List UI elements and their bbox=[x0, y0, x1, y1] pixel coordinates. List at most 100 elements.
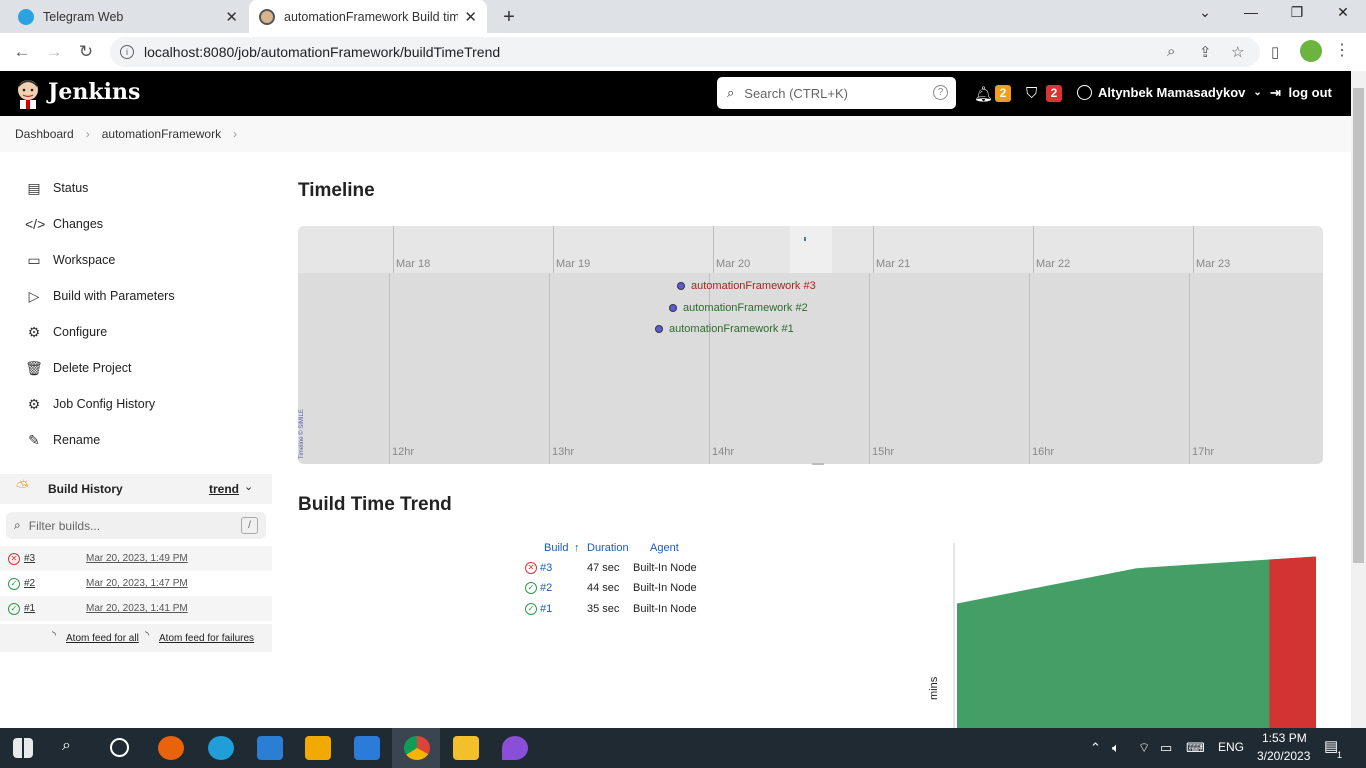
zoom-icon[interactable]: ⌕ bbox=[1167, 43, 1175, 60]
scrollbar-thumb[interactable] bbox=[1353, 88, 1364, 563]
build-link[interactable]: #2 bbox=[540, 582, 552, 594]
keyboard-icon[interactable]: ⌨ bbox=[1186, 740, 1205, 756]
feed-all-link[interactable]: Atom feed for all bbox=[66, 633, 139, 644]
tab-search-icon[interactable]: ⌄ bbox=[1190, 4, 1220, 21]
event-label[interactable]: automationFramework #3 bbox=[691, 280, 816, 292]
timeline-event[interactable]: automationFramework #1 bbox=[655, 323, 794, 335]
clock-date[interactable]: 3/20/2023 bbox=[1257, 749, 1310, 763]
windows-start-icon[interactable] bbox=[13, 738, 33, 758]
new-tab-icon[interactable]: + bbox=[499, 6, 519, 29]
timeline-day-gridline bbox=[1193, 226, 1194, 273]
app-icon[interactable] bbox=[502, 736, 528, 760]
build-date[interactable]: Mar 20, 2023, 1:49 PM bbox=[86, 553, 188, 564]
sidebar-item-label: Configure bbox=[53, 325, 108, 339]
back-icon[interactable]: ← bbox=[11, 42, 33, 62]
logout-icon: ⇥ bbox=[1270, 85, 1281, 100]
sidebar-item-label: Delete Project bbox=[53, 361, 132, 375]
column-build[interactable]: Build bbox=[544, 542, 568, 554]
build-row[interactable]: ✓ #2 Mar 20, 2023, 1:47 PM bbox=[0, 571, 272, 596]
sidebar-item-changes[interactable]: </> Changes bbox=[25, 214, 103, 234]
clock-time[interactable]: 1:53 PM bbox=[1262, 731, 1307, 745]
sidebar-item-status[interactable]: ▤ Status bbox=[25, 178, 88, 198]
edge-icon[interactable] bbox=[208, 736, 234, 760]
timeline-hour-label: 12hr bbox=[392, 446, 415, 458]
build-date[interactable]: Mar 20, 2023, 1:47 PM bbox=[86, 578, 188, 589]
help-icon[interactable]: ? bbox=[933, 85, 948, 100]
network-icon[interactable]: ⌔ bbox=[1138, 740, 1150, 756]
close-icon[interactable]: ✕ bbox=[225, 8, 238, 26]
restore-icon[interactable]: ❐ bbox=[1282, 4, 1312, 21]
jetbrains-icon[interactable] bbox=[354, 736, 380, 760]
security-badge[interactable]: 2 bbox=[1046, 85, 1062, 102]
intellij-icon[interactable] bbox=[305, 736, 331, 760]
sidebar-item-rename[interactable]: ✎ Rename bbox=[25, 430, 100, 450]
column-duration[interactable]: Duration bbox=[587, 542, 629, 554]
site-info-icon[interactable]: i bbox=[120, 45, 134, 59]
build-link[interactable]: #1 bbox=[540, 603, 552, 615]
build-row[interactable]: ✓ #1 Mar 20, 2023, 1:41 PM bbox=[0, 596, 272, 621]
language-indicator[interactable]: ENG bbox=[1218, 740, 1244, 754]
shield-icon[interactable]: ⛉ bbox=[1026, 85, 1037, 102]
sidebar-item-configure[interactable]: ⚙ Configure bbox=[25, 322, 107, 342]
close-icon[interactable]: ✕ bbox=[464, 8, 477, 26]
notification-badge[interactable]: 2 bbox=[995, 85, 1011, 102]
breadcrumb-dashboard[interactable]: Dashboard bbox=[15, 127, 74, 141]
sidebar-item-job-config-history[interactable]: ⚙ Job Config History bbox=[25, 394, 155, 414]
timeline-event[interactable]: automationFramework #2 bbox=[669, 302, 808, 314]
build-date[interactable]: Mar 20, 2023, 1:41 PM bbox=[86, 603, 188, 614]
build-link[interactable]: #3 bbox=[540, 562, 552, 574]
sidebar-item-workspace[interactable]: ▭ Workspace bbox=[25, 250, 115, 270]
jenkins-title[interactable]: Jenkins bbox=[48, 79, 140, 105]
bookmark-star-icon[interactable]: ☆ bbox=[1231, 43, 1244, 61]
side-panel-icon[interactable]: ▯ bbox=[1271, 43, 1279, 61]
duration: 35 sec bbox=[587, 603, 620, 615]
chrome-icon[interactable] bbox=[404, 736, 430, 760]
sort-arrow-icon[interactable]: ↑ bbox=[574, 542, 580, 554]
tray-chevron-icon[interactable]: ⌃ bbox=[1090, 740, 1101, 756]
timeline-hour-gridline bbox=[869, 273, 870, 464]
search-input[interactable]: ⌕ Search (CTRL+K) ? bbox=[717, 77, 956, 109]
weather-icon: ⛅︎ bbox=[16, 479, 29, 496]
filter-builds-input[interactable]: ⌕ Filter builds... / bbox=[6, 512, 266, 539]
tab-title: Telegram Web bbox=[43, 9, 124, 24]
jenkins-logo-icon[interactable] bbox=[14, 77, 42, 109]
bell-icon[interactable]: 🔔︎ bbox=[974, 85, 993, 103]
column-agent[interactable]: Agent bbox=[650, 542, 679, 554]
battery-icon[interactable]: ▭ bbox=[1160, 740, 1172, 756]
extension-icon[interactable] bbox=[1300, 40, 1322, 62]
reload-icon[interactable]: ↻ bbox=[75, 42, 97, 62]
forward-icon[interactable]: → bbox=[43, 42, 65, 62]
timeline-widget[interactable]: Mar 18 Mar 19 Mar 20 Mar 21 Mar 22 Mar 23 12hr… bbox=[298, 226, 1323, 464]
window-close-icon[interactable]: ✕ bbox=[1328, 4, 1358, 21]
browser-menu-icon[interactable]: ⋮ bbox=[1334, 40, 1350, 60]
tab-telegram[interactable]: Telegram Web ✕ bbox=[8, 0, 248, 33]
sidebar-item-build-with-parameters[interactable]: ▷ Build with Parameters bbox=[25, 286, 175, 306]
share-icon[interactable]: ⇪ bbox=[1199, 43, 1212, 61]
search-icon[interactable]: ⌕ bbox=[62, 737, 71, 755]
build-number[interactable]: #2 bbox=[24, 578, 35, 589]
file-explorer-icon[interactable] bbox=[453, 736, 479, 760]
tab-jenkins[interactable]: automationFramework Build time ✕ bbox=[249, 0, 487, 33]
url-bar[interactable]: i localhost:8080/job/automationFramework… bbox=[110, 37, 1260, 67]
user-menu[interactable]: Altynbek Mamasadykov ⌄ bbox=[1077, 85, 1262, 100]
cortana-icon[interactable] bbox=[110, 738, 129, 757]
timeline-resize-handle[interactable] bbox=[812, 463, 824, 465]
volume-icon[interactable]: 🔈︎ bbox=[1112, 740, 1120, 756]
trend-link[interactable]: trend bbox=[209, 482, 239, 496]
event-label[interactable]: automationFramework #2 bbox=[683, 302, 808, 314]
logout-link[interactable]: ⇥ log out bbox=[1270, 85, 1332, 101]
sidebar-item-delete-project[interactable]: 🗑︎ Delete Project bbox=[25, 358, 132, 378]
build-number[interactable]: #1 bbox=[24, 603, 35, 614]
firefox-icon[interactable] bbox=[158, 736, 184, 760]
build-number[interactable]: #3 bbox=[24, 553, 35, 564]
minimize-icon[interactable]: — bbox=[1236, 4, 1266, 20]
build-row[interactable]: ✕ #3 Mar 20, 2023, 1:49 PM bbox=[0, 546, 272, 571]
chevron-down-icon[interactable]: ⌄ bbox=[244, 480, 253, 493]
breadcrumb-job[interactable]: automationFramework bbox=[102, 127, 221, 141]
vscode-icon[interactable] bbox=[257, 736, 283, 760]
timeline-event[interactable]: automationFramework #3 bbox=[677, 280, 816, 292]
chevron-right-icon[interactable]: › bbox=[233, 127, 237, 141]
event-label[interactable]: automationFramework #1 bbox=[669, 323, 794, 335]
feed-failures-link[interactable]: Atom feed for failures bbox=[159, 633, 254, 644]
duration: 44 sec bbox=[587, 582, 620, 594]
